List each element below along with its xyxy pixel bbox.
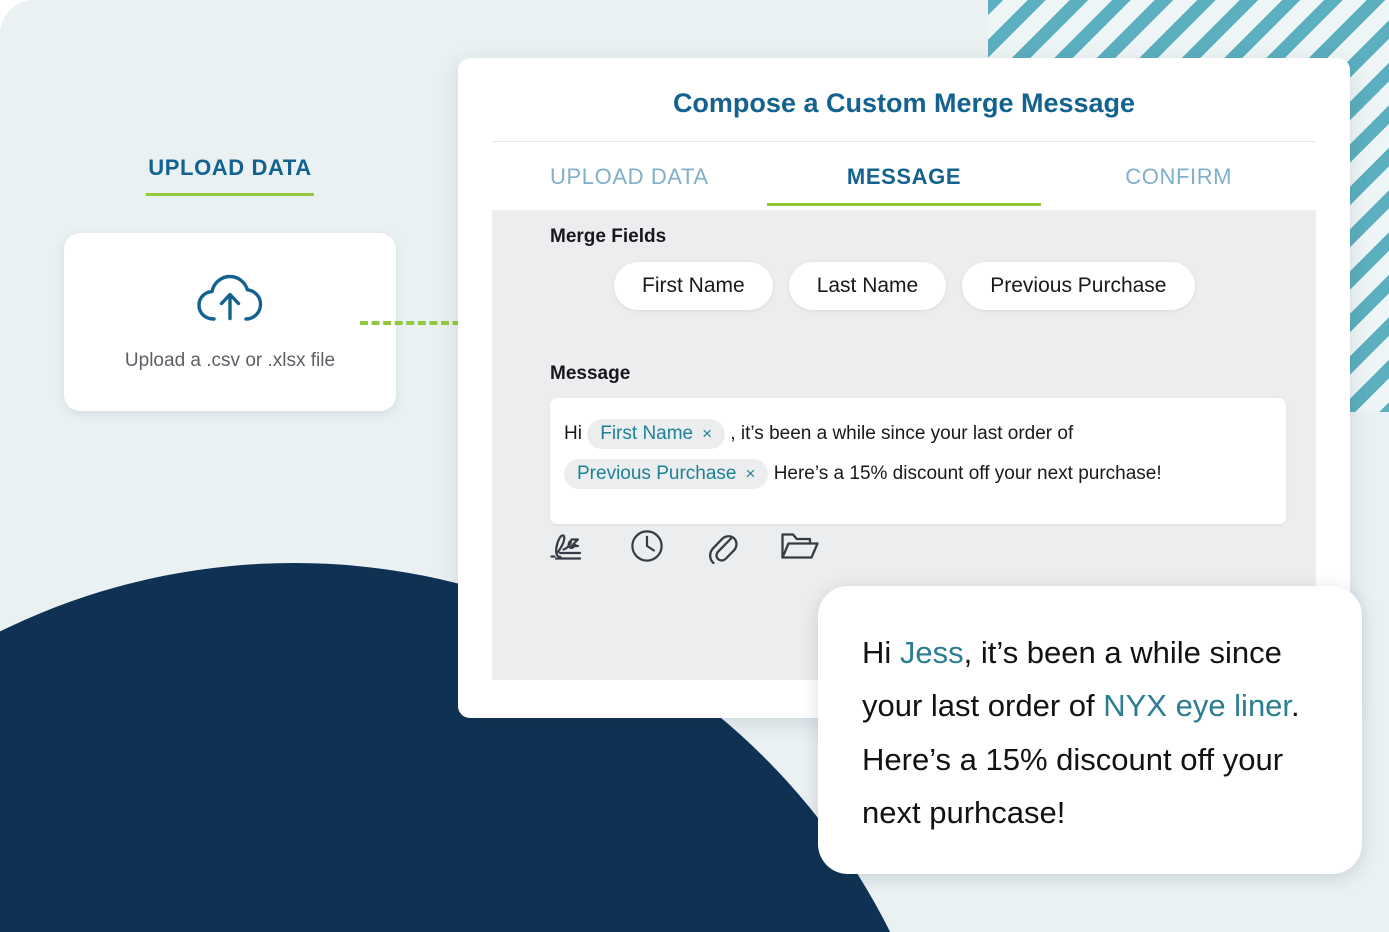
message-preview-text: Hi Jess, it’s been a while since your la… [862,626,1318,839]
compose-prefix-hi: Hi [564,423,582,444]
upload-step-heading: UPLOAD DATA [148,155,312,180]
merge-fields-pill-row: First Name Last Name Previous Purchase [614,262,1195,310]
merge-token-first-name-remove-icon[interactable]: × [702,424,712,443]
message-preview-bubble: Hi Jess, it’s been a while since your la… [818,586,1362,874]
upload-dropzone-card[interactable]: Upload a .csv or .xlsx file [64,233,396,411]
merge-token-first-name[interactable]: First Name × [587,418,726,450]
tab-message[interactable]: MESSAGE [767,142,1042,206]
merge-fields-label: Merge Fields [550,226,667,247]
message-compose-input[interactable]: Hi First Name × , it’s been a while since… [550,398,1286,524]
compose-toolbar [547,528,821,564]
cloud-upload-icon [196,273,264,334]
merge-token-previous-purchase-remove-icon[interactable]: × [745,464,755,483]
merge-token-previous-purchase-label: Previous Purchase [577,462,737,484]
open-folder-icon[interactable] [779,529,821,563]
compose-text-after-previous-purchase: Here’s a 15% discount off your next purc… [773,463,1162,485]
message-label: Message [550,363,631,384]
merge-token-previous-purchase[interactable]: Previous Purchase × [564,458,769,490]
clock-icon[interactable] [629,528,665,564]
modal-title: Compose a Custom Merge Message [672,88,1136,118]
upload-step-column: UPLOAD DATA Upload a .csv or .xlsx file [64,155,396,411]
wizard-tabs: UPLOAD DATA MESSAGE CONFIRM [492,142,1316,206]
compose-text-after-first-name: , it’s been a while since your last orde… [730,423,1074,444]
upload-step-underline [146,193,314,196]
compose-line-2: Previous Purchase × Here’s a 15% discount… [564,454,1272,494]
preview-first-name: Jess [899,635,964,670]
screenshot-stage: UPLOAD DATA Upload a .csv or .xlsx file … [0,0,1389,932]
merge-token-first-name-label: First Name [600,422,694,444]
signature-icon[interactable] [547,529,589,563]
tab-upload-data[interactable]: UPLOAD DATA [492,142,767,206]
merge-field-pill-first-name[interactable]: First Name [614,262,773,310]
preview-product: NYX eye liner [1103,688,1292,724]
preview-greeting: Hi [862,635,900,670]
merge-field-pill-last-name[interactable]: Last Name [788,262,947,310]
tab-confirm[interactable]: CONFIRM [1041,142,1316,206]
compose-line-1: Hi First Name × , it’s been a while since… [564,414,1272,454]
merge-field-pill-previous-purchase[interactable]: Previous Purchase [962,262,1195,310]
paperclip-icon[interactable] [705,528,739,564]
upload-dropzone-label: Upload a .csv or .xlsx file [124,349,336,371]
